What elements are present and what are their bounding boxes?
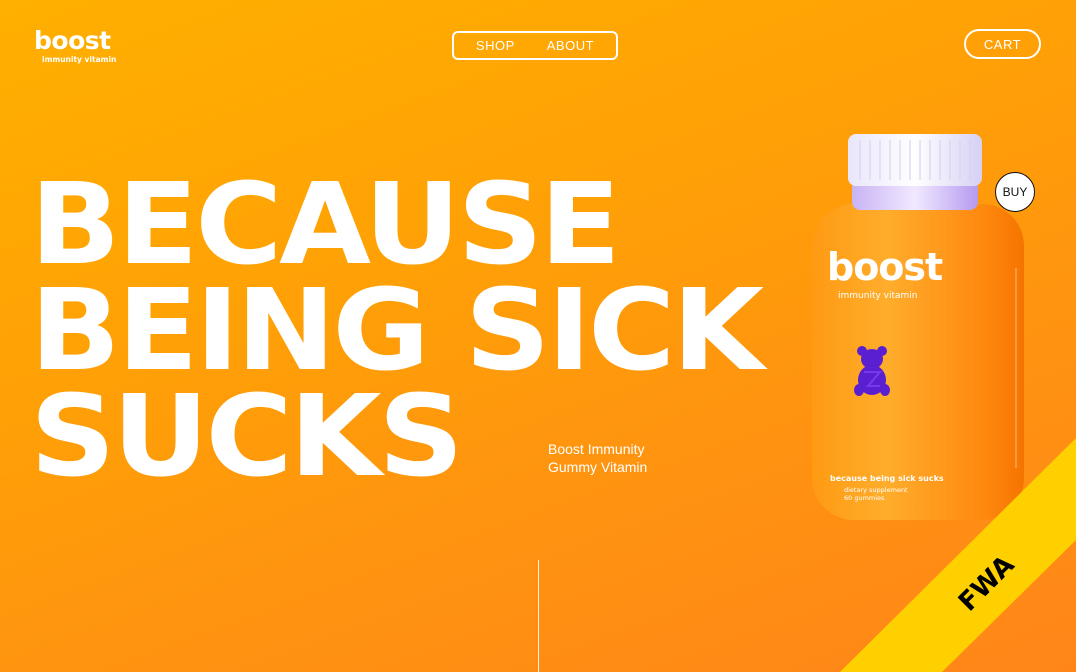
hero-headline: BECAUSE BEING SICK SUCKS	[30, 160, 764, 502]
headline-line-3: SUCKS	[30, 372, 464, 502]
hero-subtitle: Boost Immunity Gummy Vitamin	[548, 440, 647, 476]
bottle-line-2: 60 gummies	[844, 494, 885, 502]
fwa-logo-icon: FWA	[953, 550, 1020, 617]
subtitle-line-2: Gummy Vitamin	[548, 459, 648, 475]
bottle-brand: boost	[827, 245, 943, 289]
headline-line-2: BEING SICK	[30, 266, 764, 396]
brand-name: boost	[34, 26, 111, 55]
bottle-line-1: dietary supplement	[844, 486, 908, 494]
cart-button[interactable]: CART	[964, 29, 1041, 59]
bottle-slogan: because being sick sucks	[830, 474, 944, 483]
fwa-text: FWA	[953, 550, 1020, 617]
buy-button[interactable]: BUY	[995, 172, 1035, 212]
subtitle-line-1: Boost Immunity	[548, 441, 645, 457]
main-nav: SHOP ABOUT	[452, 31, 618, 60]
bottle-cap	[848, 134, 982, 186]
bottle-tagline: immunity vitamin	[838, 291, 918, 301]
scroll-divider-line	[538, 560, 539, 672]
brand-logo[interactable]: boost immunity vitamin	[34, 26, 117, 65]
headline-line-1: BECAUSE	[30, 160, 621, 290]
nav-shop-link[interactable]: SHOP	[476, 38, 515, 53]
nav-about-link[interactable]: ABOUT	[547, 38, 594, 53]
brand-tagline: immunity vitamin	[42, 55, 117, 64]
